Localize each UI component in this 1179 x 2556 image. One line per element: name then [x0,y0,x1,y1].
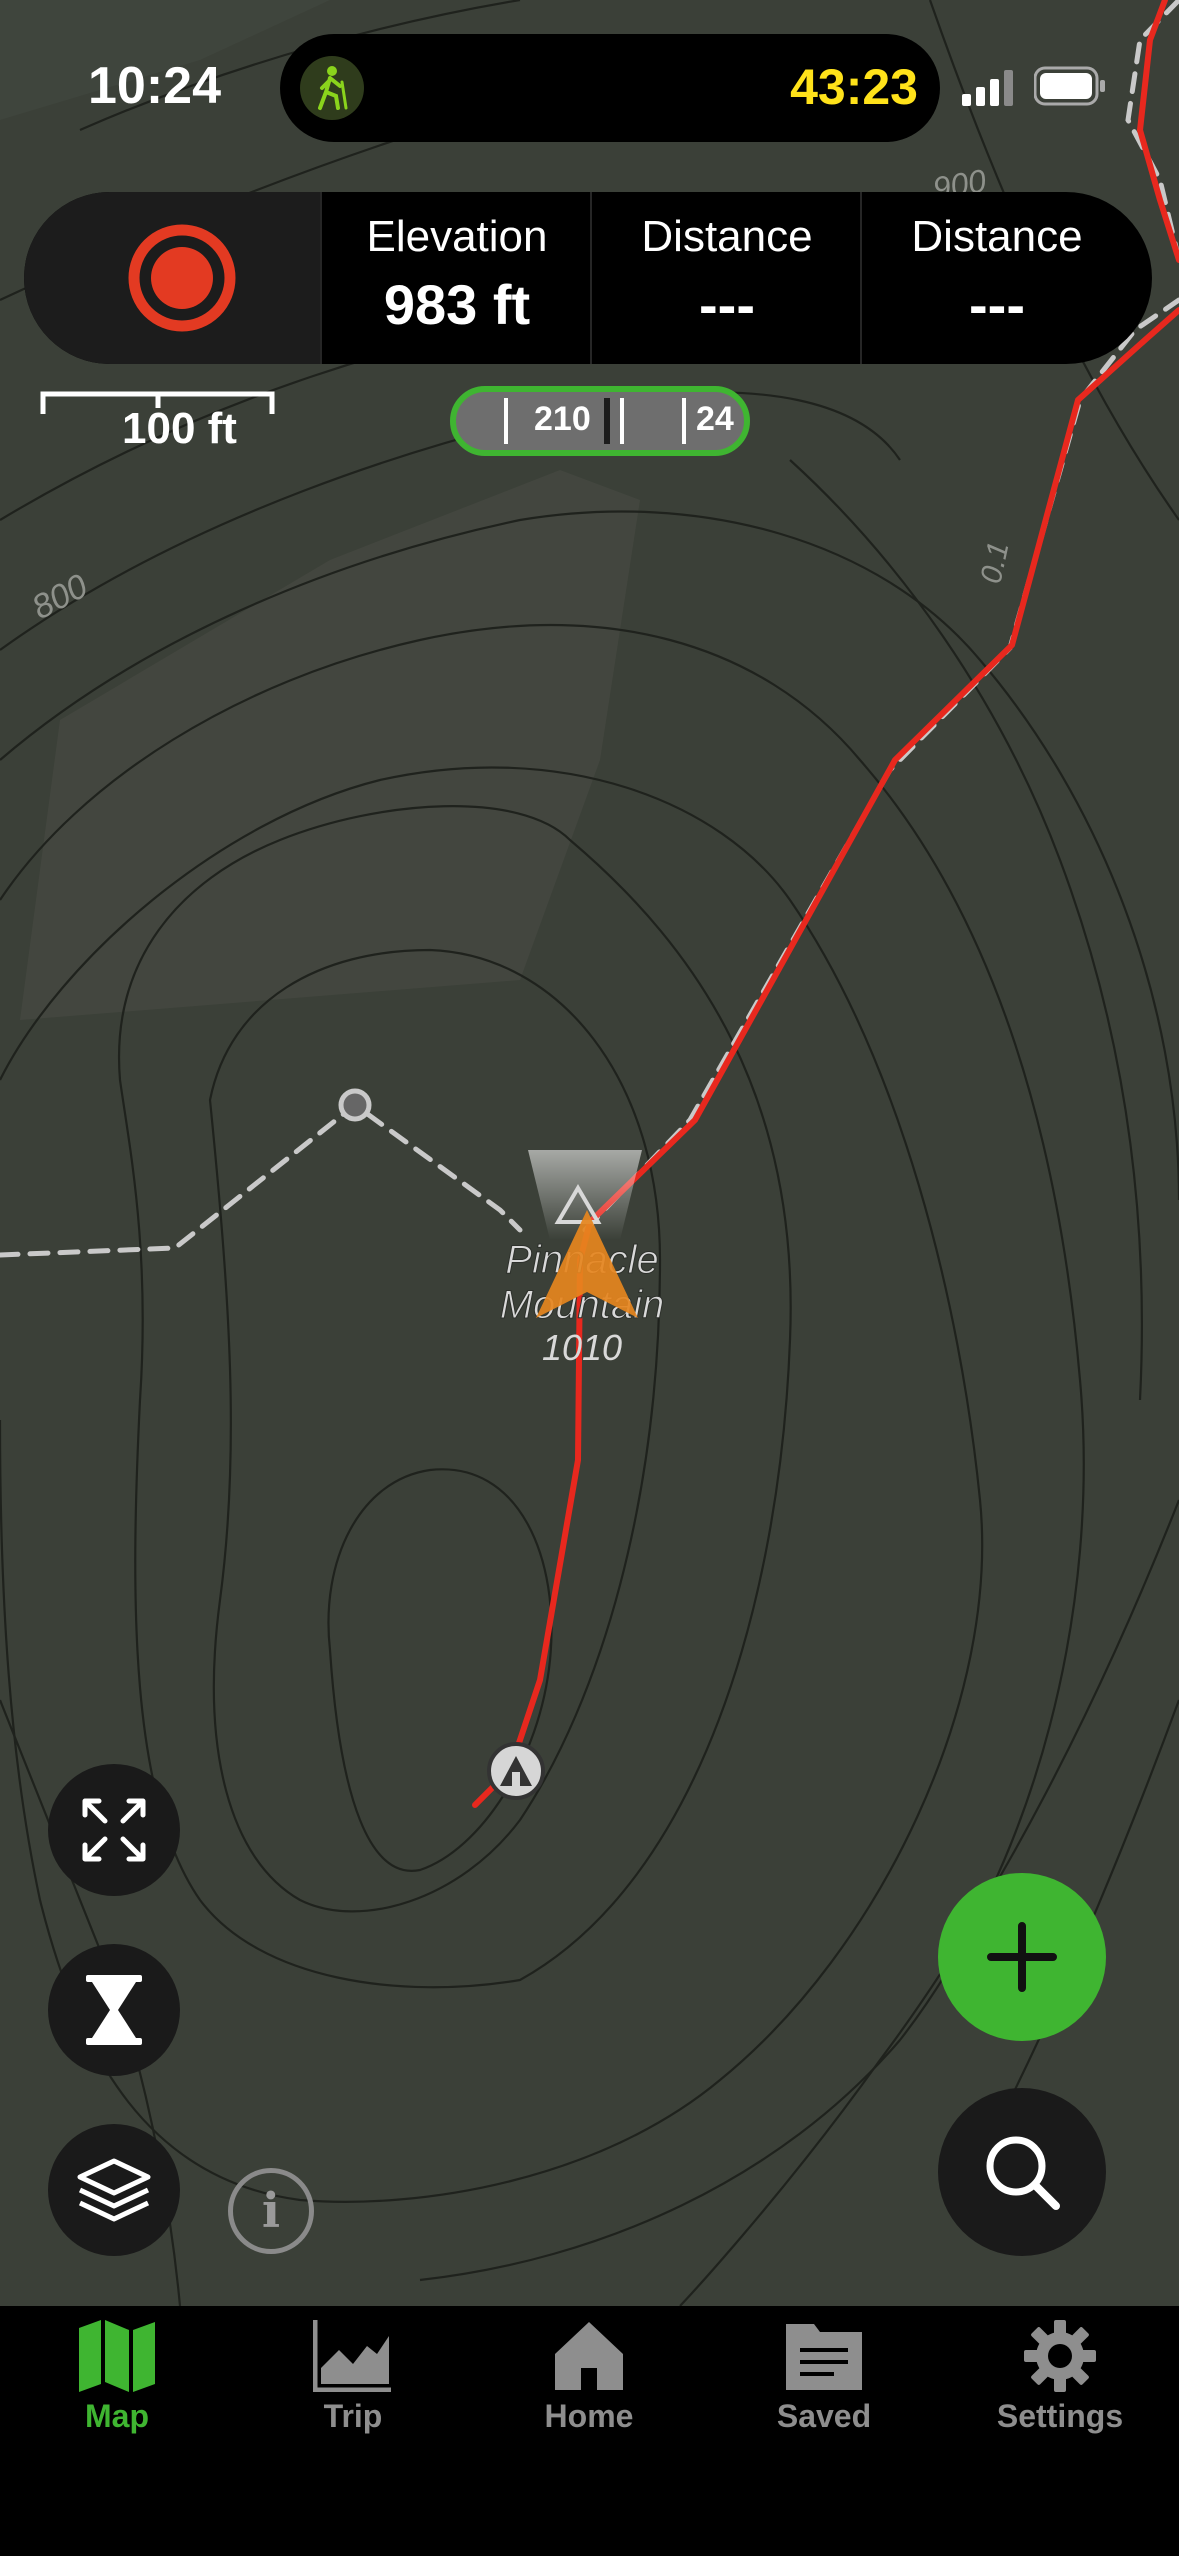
record-icon [128,224,236,332]
tracking-stats-bar: Elevation 983 ft Distance --- Distance -… [24,192,1152,364]
chart-icon [313,2320,391,2392]
activity-timer: 43:23 [790,59,918,115]
hourglass-button[interactable] [48,1944,180,2076]
elevation-stat[interactable]: Elevation 983 ft [320,192,592,364]
shelter-icon[interactable] [487,1742,545,1800]
add-button[interactable] [938,1873,1106,2041]
distance-stat-2[interactable]: Distance --- [860,192,1132,364]
home-icon [555,2322,623,2390]
heading-compass[interactable]: 210 24 [450,386,750,456]
expand-icon [82,1798,146,1862]
record-button[interactable] [128,224,236,332]
layers-button[interactable] [48,2124,180,2256]
compass-tick [682,398,686,444]
tab-label: Home [544,2398,634,2434]
compass-label: 24 [696,400,734,438]
plus-icon [987,1922,1057,1992]
trail-junction-icon[interactable] [338,1088,372,1122]
stat-label: Distance [911,212,1083,261]
tab-home[interactable]: Home [489,2320,689,2460]
info-button[interactable]: i [228,2168,314,2254]
layers-icon [77,2158,151,2222]
compass-center-tick [604,398,610,444]
gear-icon [1024,2320,1096,2392]
tab-saved[interactable]: Saved [724,2320,924,2460]
stat-label: Elevation [366,212,548,261]
cellular-signal-icon [962,70,1013,106]
tab-trip[interactable]: Trip [253,2320,453,2460]
record-slot [24,192,320,364]
hourglass-icon [86,1975,142,2045]
stat-value: --- [969,273,1025,336]
hiker-icon [300,56,364,120]
compass-label: 210 [534,400,591,438]
tab-label: Map [85,2398,149,2434]
map-icon [79,2320,155,2392]
battery-icon [1034,66,1105,106]
stat-value: 983 ft [383,273,531,336]
search-icon [986,2136,1060,2210]
tab-label: Trip [323,2398,383,2434]
status-time: 10:24 [88,57,221,115]
compass-tick [620,398,624,444]
distance-stat[interactable]: Distance --- [590,192,862,364]
saved-icon [786,2324,862,2390]
tab-map[interactable]: Map [17,2320,217,2460]
tab-label: Settings [996,2398,1124,2434]
status-bar: 10:24 43:23 [0,0,1179,180]
peak-elevation: 1010 [542,1327,622,1368]
stat-value: --- [699,273,755,336]
stat-label: Distance [641,212,813,261]
tab-label: Saved [776,2398,872,2434]
search-button[interactable] [938,2088,1106,2256]
compass-tick [504,398,508,444]
tab-settings[interactable]: Settings [960,2320,1160,2460]
scale-label: 100 ft [122,404,237,453]
dynamic-island[interactable]: 43:23 [280,34,940,142]
fullscreen-button[interactable] [48,1764,180,1896]
